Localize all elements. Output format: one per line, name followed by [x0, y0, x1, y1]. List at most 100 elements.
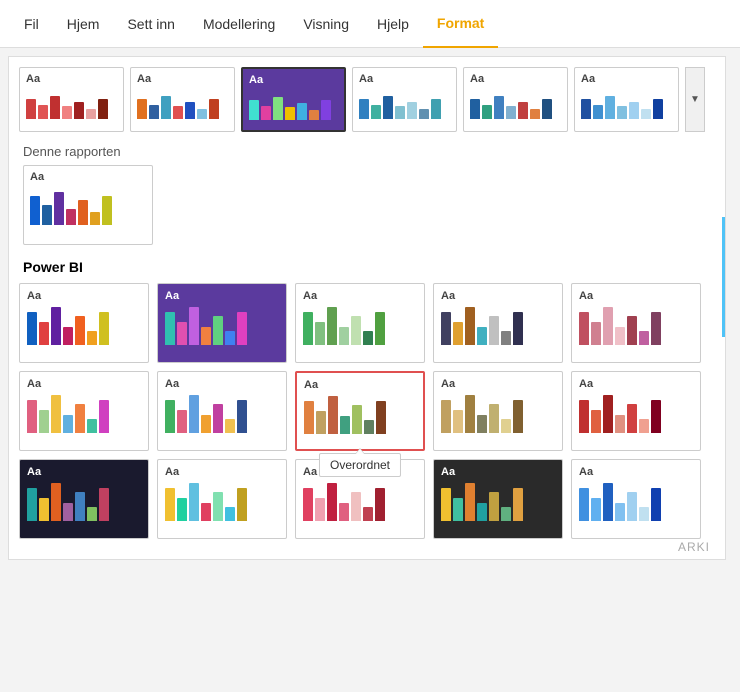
bar-segment	[99, 400, 109, 433]
bar-segment	[513, 488, 523, 521]
bar-segment	[315, 322, 325, 345]
powerbi-theme-card-4[interactable]: Aa	[571, 283, 701, 363]
bar-segment	[87, 331, 97, 345]
bar-segment	[39, 498, 49, 521]
bar-segment	[651, 488, 661, 521]
single-theme-aa: Aa	[30, 171, 146, 183]
bar-segment	[477, 327, 487, 345]
powerbi-theme-card-9[interactable]: Aa	[571, 371, 701, 451]
bar-segment	[530, 109, 540, 119]
bar-segment	[363, 331, 373, 345]
powerbi-theme-card-12[interactable]: Aa	[295, 459, 425, 539]
single-theme-card[interactable]: Aa	[23, 165, 153, 245]
menu-item-fil[interactable]: Fil	[10, 0, 53, 48]
theme-aa-label: Aa	[165, 290, 279, 302]
bar-segment	[489, 316, 499, 345]
bar-segment	[137, 99, 147, 119]
powerbi-theme-card-14[interactable]: Aa	[571, 459, 701, 539]
theme-aa-label: Aa	[579, 466, 693, 478]
section-powerbi-text: Power BI	[23, 259, 83, 275]
powerbi-theme-card-2[interactable]: Aa	[295, 283, 425, 363]
bar-segment	[75, 404, 85, 433]
powerbi-theme-card-11[interactable]: Aa	[157, 459, 287, 539]
bar-segment	[651, 312, 661, 345]
bar-segment	[74, 102, 84, 119]
powerbi-theme-card-6[interactable]: Aa	[157, 371, 287, 451]
bar-segment	[189, 483, 199, 521]
bar-segment	[419, 109, 429, 119]
bar-segment	[321, 100, 331, 120]
powerbi-theme-card-0[interactable]: Aa	[19, 283, 149, 363]
menu-item-sett-inn[interactable]: Sett inn	[113, 0, 188, 48]
arki-label: ARKI	[678, 540, 710, 554]
bar-segment	[579, 312, 589, 345]
menu-item-visning[interactable]: Visning	[289, 0, 363, 48]
top-theme-card-4[interactable]: Aa	[463, 67, 568, 132]
section-powerbi-label: Power BI	[19, 259, 715, 275]
powerbi-themes-grid: AaAaAaAaAaAaAaAaOverordnetAaAaAaAaAaAaAa	[19, 283, 715, 549]
scroll-right-button[interactable]: ▼	[685, 67, 705, 132]
powerbi-theme-card-1[interactable]: Aa	[157, 283, 287, 363]
bar-segment	[63, 327, 73, 345]
menu-bar: Fil Hjem Sett inn Modellering Visning Hj…	[0, 0, 740, 48]
top-theme-card-2[interactable]: Aa	[241, 67, 346, 132]
menu-item-format[interactable]: Format	[423, 0, 498, 48]
bar-segment	[542, 99, 552, 119]
menu-settinn-label: Sett inn	[127, 16, 174, 32]
section-denne-label: Denne rapporten	[19, 144, 715, 159]
bar-segment	[78, 200, 88, 225]
bar-segment	[340, 416, 350, 434]
bar-segment	[213, 404, 223, 433]
bar-segment	[51, 483, 61, 521]
bar-segment	[351, 492, 361, 521]
top-theme-card-5[interactable]: Aa	[574, 67, 679, 132]
theme-aa-label: Aa	[27, 466, 141, 478]
bar-segment	[477, 415, 487, 433]
bar-segment	[51, 307, 61, 345]
powerbi-theme-card-10[interactable]: Aa	[19, 459, 149, 539]
bar-segment	[201, 415, 211, 433]
bar-segment	[593, 105, 603, 119]
menu-fil-label: Fil	[24, 16, 39, 32]
bar-segment	[86, 109, 96, 119]
powerbi-theme-card-8[interactable]: Aa	[433, 371, 563, 451]
powerbi-theme-card-13[interactable]: Aa	[433, 459, 563, 539]
bar-segment	[177, 498, 187, 521]
bar-segment	[364, 420, 374, 434]
bar-segment	[371, 105, 381, 119]
theme-aa-label: Aa	[26, 73, 117, 85]
bar-segment	[328, 396, 338, 434]
theme-aa-label: Aa	[165, 378, 279, 390]
powerbi-theme-card-7[interactable]: AaOverordnet	[295, 371, 425, 451]
top-theme-card-0[interactable]: Aa	[19, 67, 124, 132]
powerbi-theme-card-5[interactable]: Aa	[19, 371, 149, 451]
bar-segment	[501, 331, 511, 345]
theme-aa-label: Aa	[165, 466, 279, 478]
menu-item-hjelp[interactable]: Hjelp	[363, 0, 423, 48]
bar-segment	[383, 96, 393, 119]
theme-aa-label: Aa	[579, 378, 693, 390]
bar-segment	[359, 99, 369, 119]
bar-segment	[489, 404, 499, 433]
top-theme-card-3[interactable]: Aa	[352, 67, 457, 132]
bar-segment	[249, 100, 259, 120]
menu-item-hjem[interactable]: Hjem	[53, 0, 114, 48]
bar-segment	[177, 322, 187, 345]
menu-format-label: Format	[437, 15, 484, 31]
bar-segment	[465, 395, 475, 433]
bar-segment	[441, 488, 451, 521]
bar-segment	[603, 395, 613, 433]
bar-segment	[66, 209, 76, 225]
top-theme-card-1[interactable]: Aa	[130, 67, 235, 132]
bar-segment	[431, 99, 441, 119]
bar-segment	[441, 400, 451, 433]
bar-segment	[465, 307, 475, 345]
bar-segment	[465, 483, 475, 521]
theme-aa-label: Aa	[581, 73, 672, 85]
menu-item-modellering[interactable]: Modellering	[189, 0, 289, 48]
bar-segment	[87, 507, 97, 521]
theme-aa-label: Aa	[137, 73, 228, 85]
powerbi-theme-card-3[interactable]: Aa	[433, 283, 563, 363]
bar-segment	[327, 483, 337, 521]
bar-segment	[27, 312, 37, 345]
